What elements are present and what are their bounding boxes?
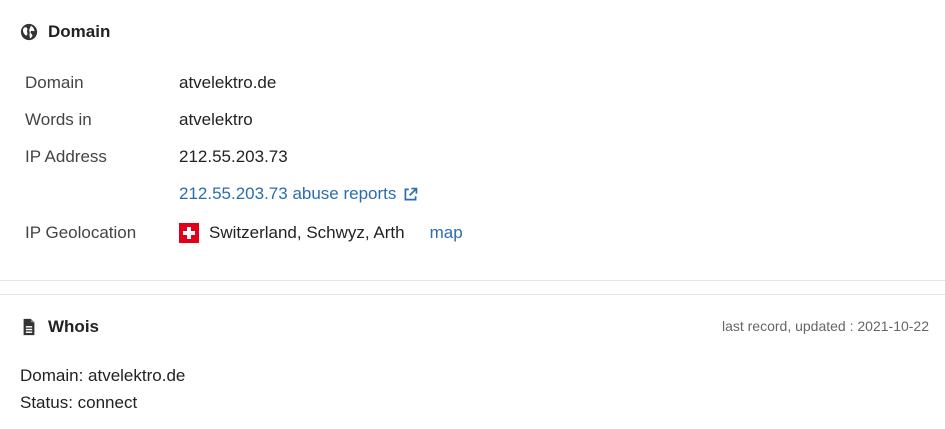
ip-address-link[interactable]: 212.55.203.73 [179,147,288,167]
ip-geolocation-value-wrap: Switzerland, Schwyz, Arth map [179,223,463,243]
ip-geolocation-value: Switzerland, Schwyz, Arth [209,223,405,242]
globe-icon [20,23,38,41]
abuse-reports-link[interactable]: 212.55.203.73 abuse reports [179,184,396,204]
ip-address-label: IP Address [25,147,107,166]
words-in-value: atvelektro [179,110,253,129]
last-updated-text: last record, updated : 2021-10-22 [721,318,929,334]
section-divider-bottom [0,294,945,295]
words-in-row: Words in atvelektro [25,107,725,133]
words-in-label: Words in [25,110,92,129]
abuse-reports-link-wrap[interactable]: 212.55.203.73 abuse reports [179,184,419,204]
whois-section-header: Whois [20,315,99,339]
section-divider-top [0,280,945,281]
whois-section-title: Whois [48,317,99,336]
domain-section-header: Domain [20,20,110,44]
ip-address-row: IP Address 212.55.203.73 [25,144,725,170]
whois-record: Domain: atvelektro.de Status: connect [20,362,185,416]
switzerland-flag-icon [179,223,199,243]
map-link[interactable]: map [430,223,463,243]
abuse-reports-row: 212.55.203.73 abuse reports [25,181,725,207]
whois-line-status: Status: connect [20,393,138,412]
domain-row: Domain atvelektro.de [25,70,725,96]
document-icon [23,318,35,336]
domain-value: atvelektro.de [179,73,277,92]
external-link-icon[interactable] [402,186,419,203]
whois-line-domain: Domain: atvelektro.de [20,366,186,385]
ip-geolocation-row: IP Geolocation Switzerland, Schwyz, Arth… [25,220,725,246]
domain-label: Domain [25,73,84,92]
ip-geolocation-label: IP Geolocation [25,223,137,242]
domain-section-title: Domain [48,22,111,41]
